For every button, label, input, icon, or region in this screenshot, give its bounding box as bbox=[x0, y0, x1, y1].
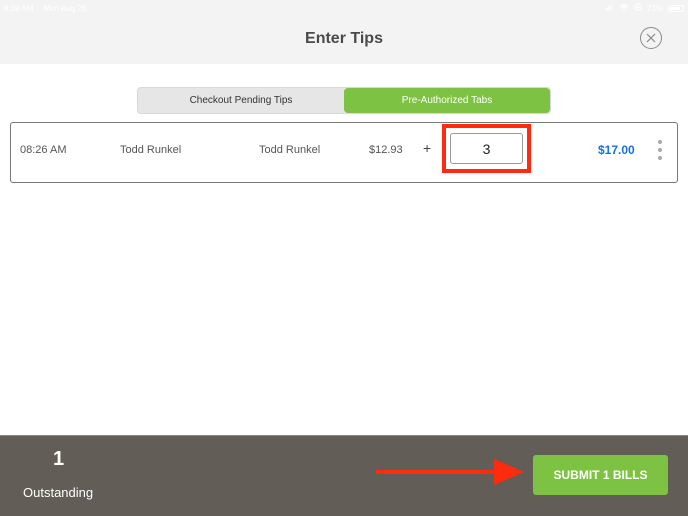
status-bar: 8:39 AM Mon Aug 26 73% bbox=[0, 0, 688, 16]
wifi-icon bbox=[619, 3, 629, 13]
submit-bills-button[interactable]: SUBMIT 1 BILLS bbox=[533, 455, 668, 495]
tab-pre-authorized-tabs[interactable]: Pre-Authorized Tabs bbox=[344, 88, 550, 113]
more-dot bbox=[658, 148, 662, 152]
tip-amount-input[interactable] bbox=[450, 133, 523, 164]
header: Enter Tips bbox=[0, 16, 688, 64]
battery-percentage: 73% bbox=[646, 3, 663, 13]
status-date: Mon Aug 26 bbox=[43, 3, 87, 13]
enter-tips-screen: 8:39 AM Mon Aug 26 73% Enter Tips Checko… bbox=[0, 0, 688, 516]
more-vertical-icon[interactable] bbox=[655, 138, 665, 162]
tip-total: $17.00 bbox=[598, 143, 635, 157]
tab-checkout-pending-tips[interactable]: Checkout Pending Tips bbox=[138, 88, 344, 113]
battery-icon bbox=[668, 4, 684, 12]
outstanding-count: 1 bbox=[53, 448, 65, 470]
bill-amount: $12.93 bbox=[369, 144, 403, 156]
close-icon bbox=[646, 33, 656, 43]
arrow-annotation-icon bbox=[376, 459, 524, 485]
close-button[interactable] bbox=[640, 27, 662, 49]
outstanding-label: Outstanding bbox=[23, 485, 94, 500]
tip-type-tabs: Checkout Pending Tips Pre-Authorized Tab… bbox=[137, 87, 551, 114]
signal-icon bbox=[605, 3, 614, 13]
status-left: 8:39 AM Mon Aug 26 bbox=[4, 4, 94, 13]
tip-row: 08:26 AM Todd Runkel Todd Runkel $12.93 … bbox=[10, 122, 678, 183]
page-title: Enter Tips bbox=[305, 30, 383, 47]
more-dot bbox=[658, 140, 662, 144]
plus-sign: + bbox=[423, 140, 432, 156]
orientation-lock-icon bbox=[634, 3, 642, 13]
status-right: 73% bbox=[605, 3, 684, 13]
status-time: 8:39 AM bbox=[4, 3, 34, 13]
tip-time: 08:26 AM bbox=[20, 144, 67, 156]
more-dot bbox=[658, 156, 662, 160]
tip-server-name: Todd Runkel bbox=[120, 144, 182, 156]
tip-customer-name: Todd Runkel bbox=[259, 144, 321, 156]
